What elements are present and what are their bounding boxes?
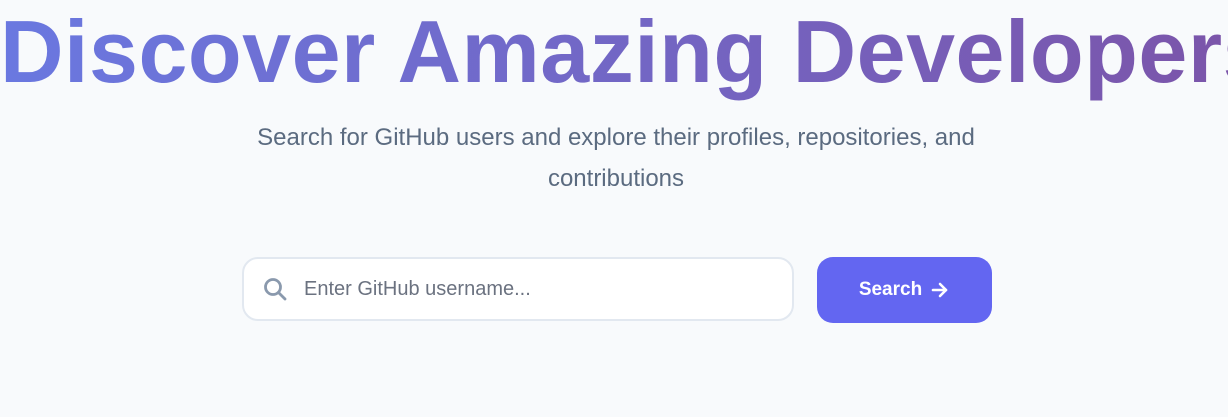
search-icon — [262, 276, 288, 302]
page-title: Discover Amazing Developers — [0, 2, 1228, 101]
search-input[interactable] — [304, 269, 774, 309]
search-box[interactable] — [242, 257, 794, 321]
page-subtitle: Search for GitHub users and explore thei… — [257, 124, 975, 192]
search-button[interactable]: Search — [817, 257, 992, 323]
search-button-label: Search — [858, 279, 923, 300]
arrow-right-icon — [930, 280, 950, 300]
